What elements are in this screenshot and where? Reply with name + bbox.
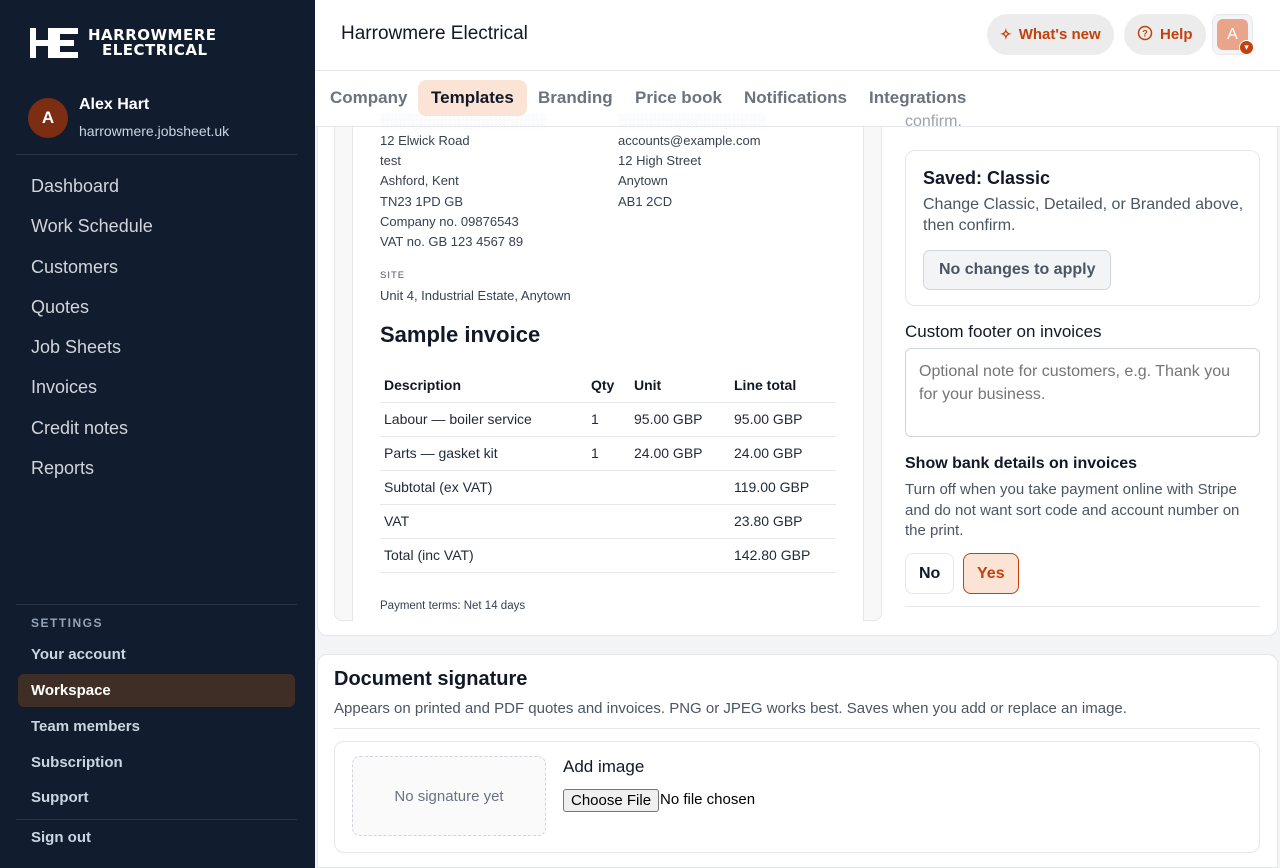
column-header: Line total [730,368,836,403]
saved-template-box: Saved: Classic Change Classic, Detailed,… [905,150,1260,306]
table-cell: 1 [587,402,630,437]
table-cell: Total (inc VAT) [380,538,587,573]
main-nav: Dashboard Work Schedule Customers Quotes… [31,175,153,497]
table-row: Labour — boiler service 1 95.00 GBP 95.0… [380,402,836,437]
table-row: VAT 23.80 GBP [380,504,836,539]
site-value: Unit 4, Industrial Estate, Anytown [380,288,571,303]
bank-details-title: Show bank details on invoices [905,455,1138,472]
brand-logo[interactable]: HARROWMERE ELECTRICAL [30,26,217,60]
sign-out-link[interactable]: Sign out [31,829,91,846]
sparkle-icon: ✧ [1000,26,1012,42]
apply-changes-button[interactable]: No changes to apply [923,250,1112,290]
table-header-row: Description Qty Unit Line total [380,368,836,403]
table-row: Subtotal (ex VAT) 119.00 GBP [380,470,836,505]
user-domain: harrowmere.jobsheet.uk [79,123,230,139]
settings-nav: Your account Workspace Team members Subs… [18,637,295,816]
column-header: Unit [630,368,730,403]
nav-item-invoices[interactable]: Invoices [31,376,153,416]
column-header: Description [380,368,587,403]
table-cell: Subtotal (ex VAT) [380,470,587,505]
settings-item-your-account[interactable]: Your account [18,637,295,673]
brand-wordmark: HARROWMERE ELECTRICAL [88,26,217,59]
table-cell: 95.00 GBP [630,402,730,437]
table-cell [587,538,630,573]
account-menu-button[interactable]: A ▾ [1212,14,1254,55]
table-cell: 142.80 GBP [730,538,836,573]
nav-item-job-sheets[interactable]: Job Sheets [31,336,153,376]
page-title: Harrowmere Electrical [341,23,528,44]
table-cell: 1 [587,436,630,471]
settings-item-team-members[interactable]: Team members [18,709,295,745]
user-profile[interactable]: A Alex Hart harrowmere.jobsheet.uk [28,96,229,139]
tab-integrations[interactable]: Integrations [856,80,979,116]
nav-item-quotes[interactable]: Quotes [31,296,153,336]
signature-description: Appears on printed and PDF quotes and in… [334,700,1127,717]
help-circle-icon: ? [1137,25,1153,44]
table-row: Parts — gasket kit 1 24.00 GBP 24.00 GBP [380,436,836,471]
settings-item-subscription[interactable]: Subscription [18,744,295,780]
from-address-hidden: ░░░░░░░░░░░░░░░░░░ [380,113,546,128]
table-cell: 119.00 GBP [730,470,836,505]
settings-item-workspace[interactable]: Workspace [18,673,295,707]
avatar: A [28,97,68,138]
help-button[interactable]: ? Help [1124,14,1206,55]
table-row: Total (inc VAT) 142.80 GBP [380,538,836,573]
whats-new-button[interactable]: ✧ What's new [987,14,1114,55]
nav-item-dashboard[interactable]: Dashboard [31,175,153,215]
table-cell: Parts — gasket kit [380,436,587,471]
chevron-down-icon: ▾ [1239,40,1254,55]
table-cell: 24.00 GBP [630,436,730,471]
table-cell: Labour — boiler service [380,402,587,437]
bank-details-no-button[interactable]: No [905,553,955,594]
invoice-title: Sample invoice [380,322,541,347]
table-cell: 23.80 GBP [730,504,836,539]
divider [905,606,1260,607]
user-name: Alex Hart [79,96,150,113]
table-cell: VAT [380,504,587,539]
table-cell: 95.00 GBP [730,402,836,437]
confirm-hint: confirm. [905,113,962,130]
to-address: accounts@example.com 12 High Street Anyt… [618,133,761,209]
help-label: Help [1160,26,1193,43]
file-status: No file chosen [660,791,756,808]
table-cell [630,470,730,505]
site-label: SITE [380,270,406,281]
custom-footer-input[interactable] [905,348,1260,437]
from-address: 12 Elwick Road test Ashford, Kent TN23 1… [380,133,524,250]
he-logo-icon [30,28,78,58]
sidebar: HARROWMERE ELECTRICAL A Alex Hart harrow… [0,0,315,868]
saved-template-description: Change Classic, Detailed, or Branded abo… [923,196,1244,234]
signature-preview: No signature yet [352,756,546,836]
saved-template-title: Saved: Classic [923,168,1051,188]
top-bar: Harrowmere Electrical ✧ What's new ? Hel… [315,0,1280,71]
add-image-label: Add image [563,757,645,776]
divider [334,728,1260,729]
table-cell [630,538,730,573]
table-cell [587,470,630,505]
sidebar-divider [16,604,297,605]
choose-file-button[interactable]: Choose File [563,789,660,812]
nav-item-customers[interactable]: Customers [31,256,153,296]
bank-details-yes-button[interactable]: Yes [963,553,1019,594]
payment-terms: Payment terms: Net 14 days [380,600,526,612]
table-cell [587,504,630,539]
sidebar-divider [16,819,297,820]
invoice-table: Description Qty Unit Line total Labour —… [380,368,836,573]
custom-footer-label: Custom footer on invoices [905,322,1102,341]
table-cell: 24.00 GBP [730,436,836,471]
table-cell [630,504,730,539]
settings-item-support[interactable]: Support [18,780,295,816]
nav-item-credit-notes[interactable]: Credit notes [31,417,153,457]
nav-item-work-schedule[interactable]: Work Schedule [31,215,153,255]
settings-heading: SETTINGS [31,616,104,630]
column-header: Qty [587,368,630,403]
whats-new-label: What's new [1018,26,1101,43]
nav-item-reports[interactable]: Reports [31,457,153,497]
svg-text:?: ? [1142,29,1148,39]
bank-details-description: Turn off when you take payment online wi… [905,481,1240,540]
to-address-hidden: ░░░░░░░░░░░░░░░░ [618,113,766,128]
signature-title: Document signature [334,668,528,690]
sidebar-divider [16,154,297,155]
